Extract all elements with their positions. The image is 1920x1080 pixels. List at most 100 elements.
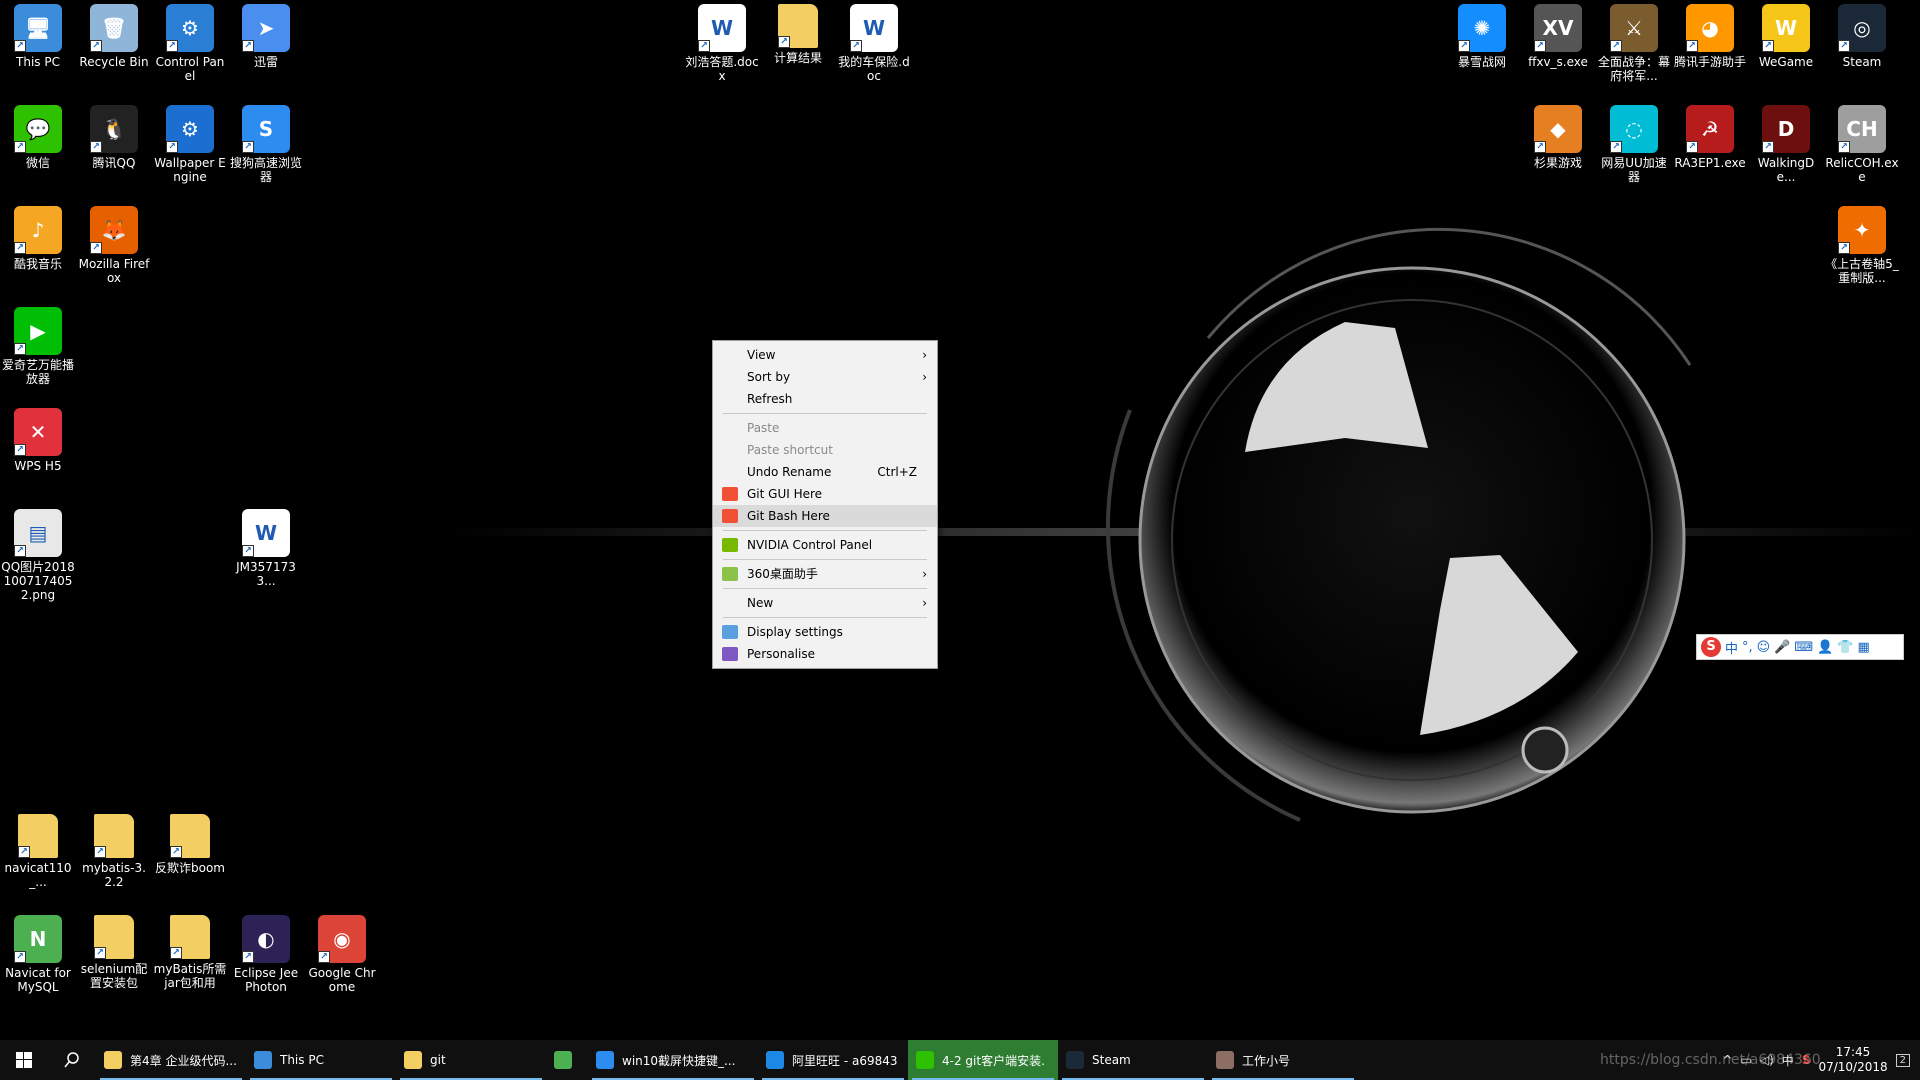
desktop-icon[interactable]: 🗑 ↗ Recycle Bin: [77, 4, 151, 69]
taskbar-item[interactable]: win10截屏快捷键_...: [588, 1040, 758, 1080]
git-icon: [722, 487, 738, 501]
shortcut-arrow-icon: ↗: [1762, 40, 1774, 52]
menu-item-360-desktop-assistant[interactable]: 360桌面助手 ›: [713, 563, 937, 585]
desktop-icon[interactable]: ⚙ ↗ Wallpaper Engine: [153, 105, 227, 184]
ime-mode-toggle[interactable]: 中: [1725, 638, 1738, 657]
shortcut-arrow-icon: ↗: [14, 242, 26, 254]
desktop-icon-label: ffxv_s.exe: [1528, 55, 1588, 69]
desktop-icon[interactable]: ◕ ↗ 腾讯手游助手: [1673, 4, 1747, 69]
desktop-icon[interactable]: ◌ ↗ 网易UU加速器: [1597, 105, 1671, 184]
desktop-icon[interactable]: W ↗ JM3571733...: [229, 509, 303, 588]
taskbar-item[interactable]: 第4章 企业级代码...: [96, 1040, 246, 1080]
desktop-icon[interactable]: ⚔ ↗ 全面战争：幕府将军...: [1597, 4, 1671, 83]
wallpaper-engine-icon: ⚙ ↗: [166, 105, 214, 153]
desktop-icon[interactable]: ☭ ↗ RA3EP1.exe: [1673, 105, 1747, 170]
taskbar-item[interactable]: 工作小号: [1208, 1040, 1358, 1080]
menu-item-display-settings[interactable]: Display settings: [713, 621, 937, 643]
desktop-icon-label: 酷我音乐: [13, 257, 62, 271]
desktop-icon[interactable]: ↗ 反欺诈boom: [153, 814, 227, 875]
desktop-icon[interactable]: ↗ mybatis-3.2.2: [77, 814, 151, 889]
start-button[interactable]: [0, 1040, 48, 1080]
taskbar-item[interactable]: This PC: [246, 1040, 396, 1080]
desktop-icon[interactable]: S ↗ 搜狗高速浏览器: [229, 105, 303, 184]
taskbar-item[interactable]: git: [396, 1040, 546, 1080]
clock[interactable]: 17:45 07/10/2018: [1818, 1045, 1887, 1075]
red-alert-icon: ☭ ↗: [1686, 105, 1734, 153]
desktop-icon[interactable]: 💬 ↗ 微信: [1, 105, 75, 170]
menu-item-refresh[interactable]: Refresh: [713, 388, 937, 410]
menu-item-view[interactable]: View ›: [713, 344, 937, 366]
ime-punct-toggle[interactable]: °,: [1742, 640, 1753, 655]
emoji-icon[interactable]: ☺: [1757, 640, 1771, 655]
sogou-ime-icon[interactable]: S: [1701, 637, 1721, 657]
taskbar-item[interactable]: Steam: [1058, 1040, 1208, 1080]
desktop-icon-label: WeGame: [1758, 55, 1814, 69]
desktop-icon[interactable]: N ↗ Navicat for MySQL: [1, 915, 75, 994]
desktop-icon[interactable]: CH ↗ RelicCOH.exe: [1825, 105, 1899, 184]
desktop-icon[interactable]: ✦ ↗ 《上古卷轴5_重制版...: [1825, 206, 1899, 285]
walking-dead-icon: D ↗: [1762, 105, 1810, 153]
desktop-icon[interactable]: ↗ 计算结果: [761, 4, 835, 65]
menu-item-new[interactable]: New ›: [713, 592, 937, 614]
desktop-icon[interactable]: ↗ selenium配置安装包: [77, 915, 151, 990]
360-icon: [554, 1051, 572, 1069]
menu-item-nvidia-control-panel[interactable]: NVIDIA Control Panel: [713, 534, 937, 556]
desktop-icon[interactable]: D ↗ WalkingDe...: [1749, 105, 1823, 184]
desktop-icon-label: 反欺诈boom: [155, 861, 225, 875]
menu-item-git-gui-here[interactable]: Git GUI Here: [713, 483, 937, 505]
menu-item-personalise[interactable]: Personalise: [713, 643, 937, 665]
desktop-icon[interactable]: W ↗ 刘浩答题.docx: [685, 4, 759, 83]
shortcut-arrow-icon: ↗: [90, 242, 102, 254]
keyboard-icon[interactable]: ⌨: [1794, 640, 1813, 655]
desktop-icon[interactable]: ↗ navicat110_...: [1, 814, 75, 889]
ime-toolbar[interactable]: S 中 °, ☺ 🎤 ⌨ 👤 👕 ▦: [1696, 634, 1904, 660]
desktop-icon[interactable]: ▶ ↗ 爱奇艺万能播放器: [1, 307, 75, 386]
eclipse-icon: ◐ ↗: [242, 915, 290, 963]
desktop-icon[interactable]: ▤ ↗ QQ图片20181007174052.png: [1, 509, 75, 602]
desktop-icon[interactable]: ◆ ↗ 杉果游戏: [1521, 105, 1595, 170]
taskbar-item[interactable]: [546, 1040, 588, 1080]
desktop-icon[interactable]: 🦊 ↗ Mozilla Firefox: [77, 206, 151, 285]
folder-icon: [404, 1051, 422, 1069]
desktop-icon[interactable]: ◎ ↗ Steam: [1825, 4, 1899, 69]
chevron-right-icon: ›: [922, 596, 927, 610]
desktop-icon[interactable]: ✕ ↗ WPS H5: [1, 408, 75, 473]
desktop-icon[interactable]: 🐧 ↗ 腾讯QQ: [77, 105, 151, 170]
menu-item-git-bash-here[interactable]: Git Bash Here: [713, 505, 937, 527]
word-document-icon: W ↗: [850, 4, 898, 52]
desktop-icon[interactable]: ◉ ↗ Google Chrome: [305, 915, 379, 994]
shortcut-arrow-icon: ↗: [166, 141, 178, 153]
user-icon[interactable]: 👤: [1817, 640, 1833, 655]
desktop-icon[interactable]: 🖥 ↗ This PC: [1, 4, 75, 69]
desktop-icon-label: Google Chrome: [308, 966, 376, 994]
tencent-mobile-icon: ◕ ↗: [1686, 4, 1734, 52]
xunlei-icon: ➤ ↗: [242, 4, 290, 52]
desktop-icon[interactable]: ➤ ↗ 迅雷: [229, 4, 303, 69]
desktop-icon-label: WalkingDe...: [1757, 156, 1815, 184]
desktop-icon[interactable]: ✺ ↗ 暴雪战网: [1445, 4, 1519, 69]
taskbar-item[interactable]: 阿里旺旺 - a69843: [758, 1040, 908, 1080]
desktop-icon[interactable]: ↗ myBatis所需jar包和用: [153, 915, 227, 990]
microphone-icon[interactable]: 🎤: [1774, 640, 1790, 655]
action-center-icon[interactable]: 2: [1895, 1053, 1910, 1067]
skin-icon[interactable]: 👕: [1837, 640, 1853, 655]
shortcut-arrow-icon: ↗: [166, 40, 178, 52]
menu-grid-icon[interactable]: ▦: [1858, 640, 1870, 655]
taskbar-item[interactable]: 4-2 git客户端安装.: [908, 1040, 1058, 1080]
shortcut-arrow-icon: ↗: [778, 36, 790, 48]
menu-item-undo-rename[interactable]: Undo Rename Ctrl+Z: [713, 461, 937, 483]
desktop-icon[interactable]: W ↗ WeGame: [1749, 4, 1823, 69]
menu-item-label: New: [747, 596, 774, 610]
sonkwo-icon: ◆ ↗: [1534, 105, 1582, 153]
desktop-icon[interactable]: ⚙ ↗ Control Panel: [153, 4, 227, 83]
desktop-icon-label: This PC: [16, 55, 60, 69]
desktop-icon[interactable]: ♪ ↗ 酷我音乐: [1, 206, 75, 271]
search-button[interactable]: [48, 1040, 96, 1080]
desktop-icon[interactable]: ◐ ↗ Eclipse Jee Photon: [229, 915, 303, 994]
desktop-icon[interactable]: W ↗ 我的车保险.doc: [837, 4, 911, 83]
desktop-icon[interactable]: XV ↗ ffxv_s.exe: [1521, 4, 1595, 69]
taskbar-item-label: git: [430, 1053, 446, 1067]
menu-item-shortcut: Ctrl+Z: [877, 465, 917, 479]
menu-item-sort-by[interactable]: Sort by ›: [713, 366, 937, 388]
shortcut-arrow-icon: ↗: [1838, 242, 1850, 254]
